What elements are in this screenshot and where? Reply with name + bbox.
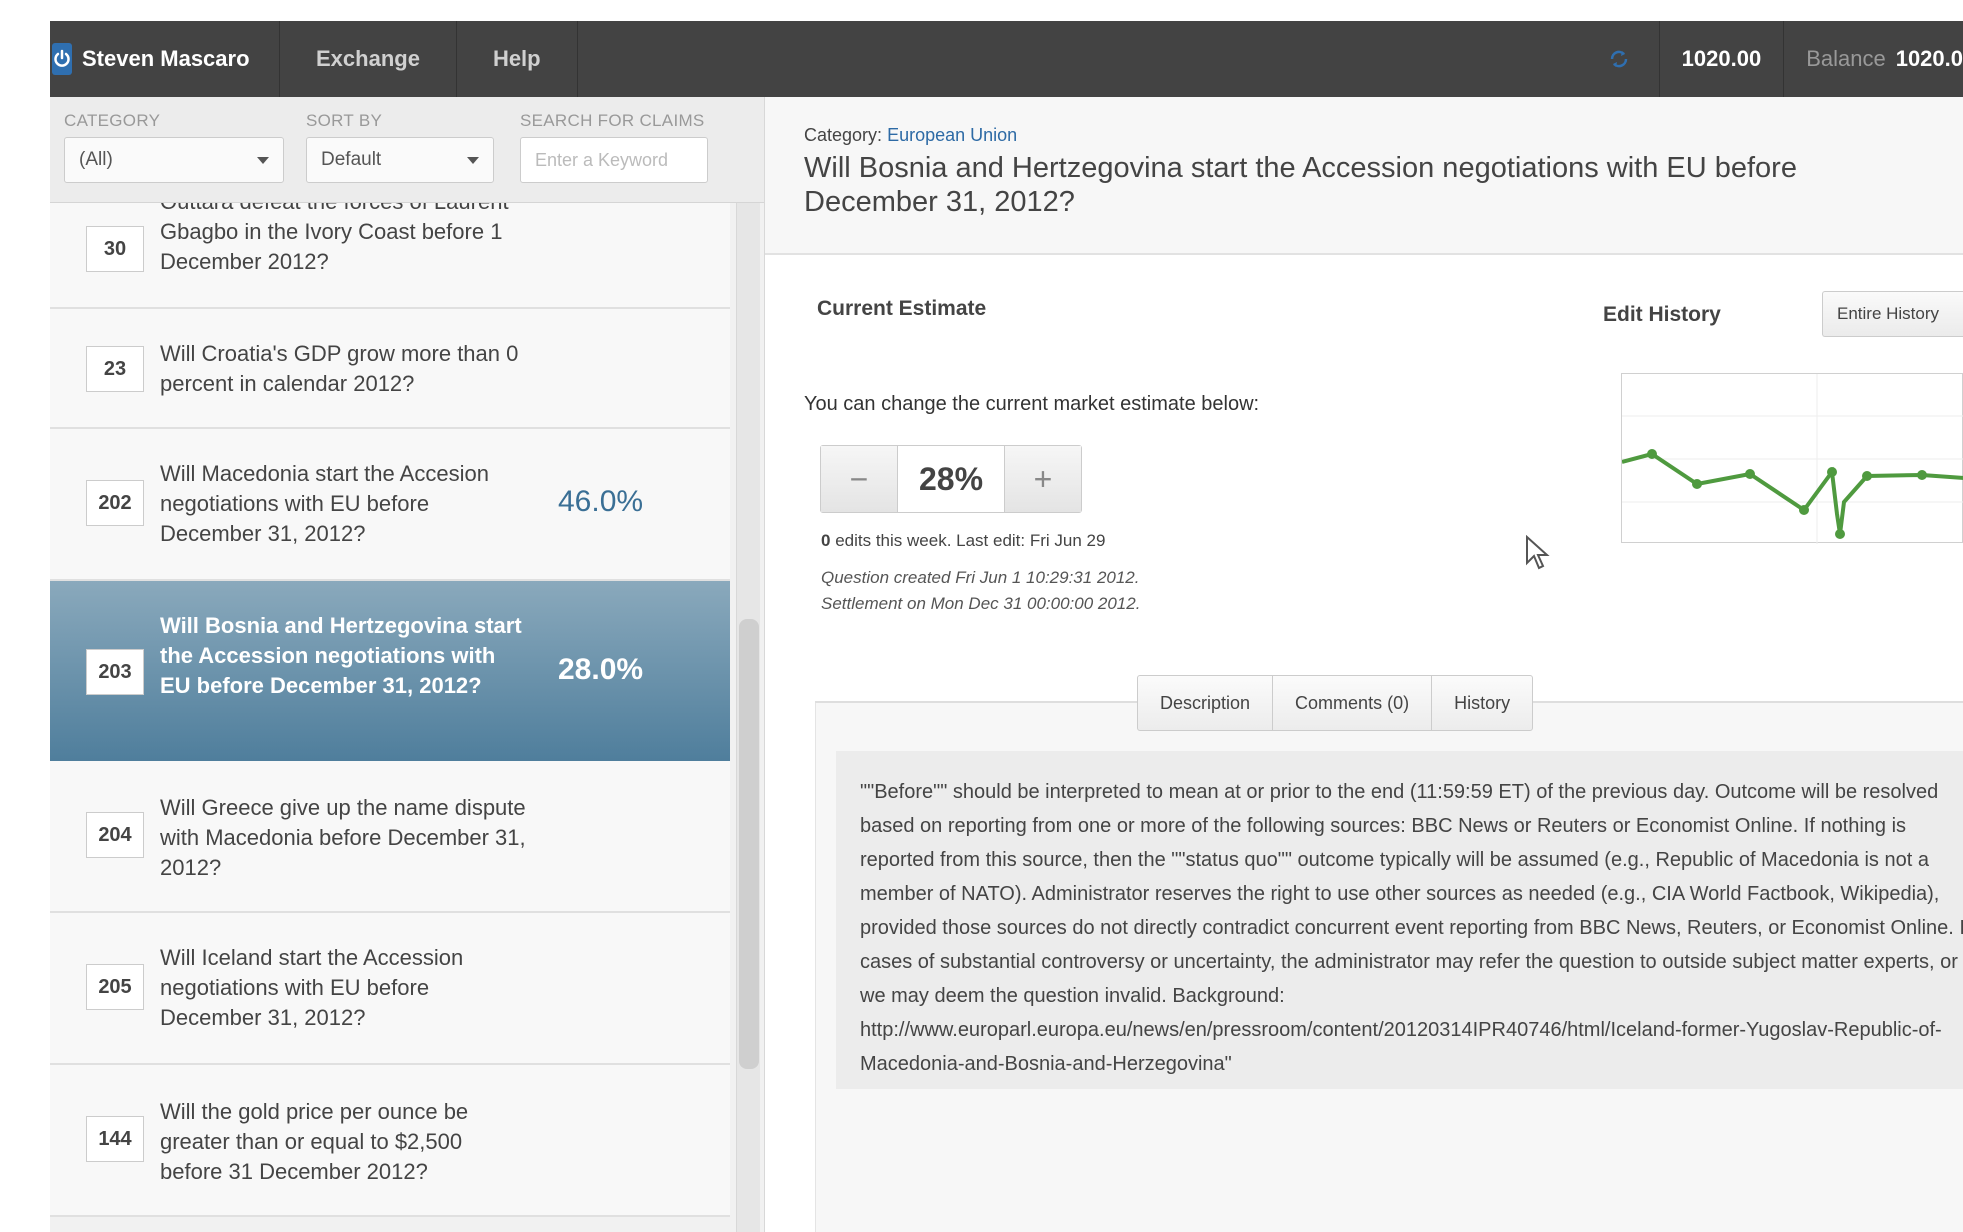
sort-select[interactable]: Default (306, 137, 494, 183)
claim-item-selected[interactable]: 203 Will Bosnia and Hertzegovina start t… (50, 581, 730, 761)
search-input[interactable]: Enter a Keyword (520, 137, 708, 183)
claim-estimate: 28.0% (558, 653, 644, 686)
estimate-stepper: − 28% + (820, 445, 1082, 513)
question-title: Will Bosnia and Hertzegovina start the A… (804, 152, 1797, 218)
chevron-down-icon (257, 156, 269, 164)
claim-id: 30 (86, 226, 144, 272)
scrollbar-thumb[interactable] (739, 619, 759, 1069)
category-prefix: Category: (804, 125, 883, 145)
claim-id: 23 (86, 346, 144, 392)
question-dates: Question created Fri Jun 1 10:29:31 2012… (821, 565, 1140, 617)
question-header: Category: European Union Will Bosnia and… (765, 97, 1963, 255)
claim-item[interactable]: 144 Will the gold price per ounce be gre… (50, 1065, 730, 1217)
claim-item[interactable]: 23 Will Croatia's GDP grow more than 0 p… (50, 309, 730, 429)
decrease-button[interactable]: − (821, 446, 897, 512)
user-menu[interactable]: Steven Mascaro (50, 21, 280, 97)
description-box: ""Before"" should be interpreted to mean… (836, 751, 1963, 1089)
filter-bar: CATEGORY (All) SORT BY Default SEARCH FO… (50, 97, 764, 203)
tab-history[interactable]: History (1431, 675, 1534, 731)
category-filter: CATEGORY (All) (64, 111, 284, 183)
top-navigation-bar: Steven Mascaro Exchange Help 1020.00 Bal… (50, 21, 1963, 97)
claims-scrollbar[interactable] (736, 203, 760, 1232)
user-name: Steven Mascaro (82, 46, 250, 71)
question-settlement: Settlement on Mon Dec 31 00:00:00 2012. (821, 594, 1141, 613)
claim-id: 205 (86, 964, 144, 1010)
claim-id: 204 (86, 812, 144, 858)
claims-panel: CATEGORY (All) SORT BY Default SEARCH FO… (50, 97, 765, 1232)
claim-text: Will Iceland start the Accession negotia… (160, 945, 464, 1030)
nav-help[interactable]: Help (457, 21, 578, 97)
chevron-down-icon (467, 156, 479, 164)
edits-info: 0 edits this week. Last edit: Fri Jun 29 (821, 531, 1105, 551)
entire-history-button[interactable]: Entire History (1822, 291, 1963, 337)
sort-select-value: Default (321, 149, 382, 170)
question-detail-panel: Category: European Union Will Bosnia and… (765, 97, 1963, 1232)
description-text: ""Before"" should be interpreted to mean… (860, 781, 1963, 1075)
question-category: Category: European Union (804, 125, 1017, 146)
category-select-value: (All) (79, 149, 113, 170)
category-link[interactable]: European Union (887, 125, 1017, 145)
sort-filter: SORT BY Default (306, 111, 494, 183)
claim-text: Will Croatia's GDP grow more than 0 perc… (160, 341, 519, 396)
mouse-cursor-icon (1525, 534, 1551, 576)
edits-text: edits this week. Last edit: Fri Jun 29 (835, 531, 1106, 550)
balance-label: Balance (1806, 46, 1886, 71)
balance: Balance 1020.0 (1784, 21, 1963, 97)
sort-label: SORT BY (306, 111, 383, 130)
claim-item[interactable]: 205 Will Iceland start the Accession neg… (50, 913, 730, 1065)
balance-value: 1020.0 (1895, 46, 1963, 71)
cash-amount: 1020.00 (1660, 21, 1785, 97)
increase-button[interactable]: + (1005, 446, 1081, 512)
power-icon[interactable] (52, 43, 72, 75)
refresh-icon[interactable] (1580, 21, 1660, 97)
claim-text: Will the gold price per ounce be greater… (160, 1099, 469, 1184)
claim-item[interactable]: 202 Will Macedonia start the Accesion ne… (50, 429, 730, 581)
claim-id: 202 (86, 480, 144, 526)
claim-text: Will Bosnia and Hertzegovina start the A… (160, 613, 522, 698)
question-created: Question created Fri Jun 1 10:29:31 2012… (821, 568, 1140, 587)
search-label: SEARCH FOR CLAIMS (520, 111, 705, 130)
change-estimate-label: You can change the current market estima… (804, 393, 1260, 415)
claim-estimate: 46.0% (558, 485, 644, 518)
category-select[interactable]: (All) (64, 137, 284, 183)
edit-history-heading: Edit History (1603, 303, 1721, 326)
detail-tabs: Description Comments (0) History (1137, 675, 1534, 731)
edit-history-sparkline (1621, 374, 1963, 544)
description-area: ""Before"" should be interpreted to mean… (815, 703, 1963, 1232)
claim-id: 144 (86, 1116, 144, 1162)
nav-exchange[interactable]: Exchange (280, 21, 457, 97)
claim-id: 203 (86, 649, 144, 695)
tab-description[interactable]: Description (1137, 675, 1274, 731)
edits-count: 0 (821, 531, 831, 550)
current-estimate-heading: Current Estimate (817, 297, 987, 320)
claim-text: Will Greece give up the name dispute wit… (160, 795, 526, 880)
search-filter: SEARCH FOR CLAIMS Enter a Keyword (520, 111, 708, 183)
edit-history-chart (1621, 373, 1963, 544)
claim-item[interactable]: 204 Will Greece give up the name dispute… (50, 761, 730, 913)
claim-text: Will Macedonia start the Accesion negoti… (160, 461, 489, 546)
category-label: CATEGORY (64, 111, 161, 130)
estimate-value[interactable]: 28% (897, 446, 1005, 512)
tab-comments[interactable]: Comments (0) (1272, 675, 1433, 731)
